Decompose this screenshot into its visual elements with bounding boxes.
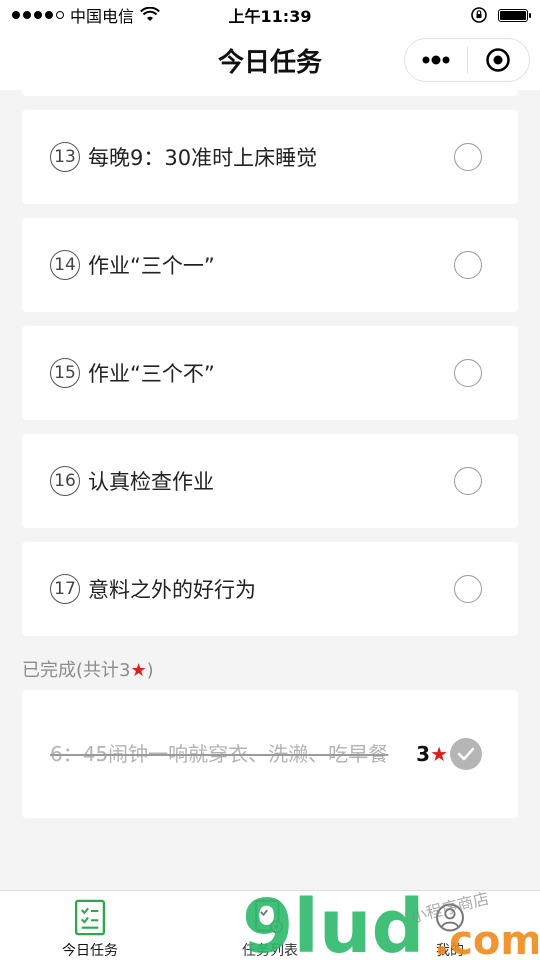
rotation-lock-icon <box>471 7 487 23</box>
task-score: 3★ <box>416 742 448 766</box>
completed-section-label: 已完成(共计3★) <box>22 656 154 682</box>
task-checkbox[interactable] <box>454 575 482 603</box>
close-button[interactable] <box>468 39 530 81</box>
task-checkbox[interactable] <box>454 143 482 171</box>
status-bar: 中国电信 上午11:39 <box>0 0 540 30</box>
profile-icon <box>436 903 464 932</box>
signal-icon <box>12 11 64 19</box>
task-number: 15 <box>50 358 80 388</box>
carrier-label: 中国电信 <box>70 7 135 26</box>
task-list-icon <box>255 899 283 934</box>
task-number: 13 <box>50 142 80 172</box>
status-left: 中国电信 <box>12 3 160 27</box>
page-title: 今日任务 <box>217 47 322 78</box>
tab-today-tasks[interactable]: 今日任务 <box>0 891 180 960</box>
completed-checkbox[interactable] <box>450 738 482 770</box>
tab-label: 任务列表 <box>242 943 298 959</box>
task-check-icon <box>74 899 106 936</box>
star-icon: ★ <box>430 742 448 766</box>
task-content: 13 每晚9：30准时上床睡觉 14 作业“三个一” 15 作业“三个不” 16… <box>0 90 540 890</box>
target-close-icon <box>486 48 510 72</box>
tab-label: 今日任务 <box>62 943 118 959</box>
task-number: 14 <box>50 250 80 280</box>
task-title: 作业“三个一” <box>88 254 215 278</box>
tab-label: 我的 <box>436 943 464 959</box>
tab-task-list[interactable]: 任务列表 <box>180 891 360 960</box>
completed-task-card[interactable]: 6：45闹钟一响就穿衣、洗濑、吃早餐 3★ <box>22 690 518 818</box>
task-title: 认真检查作业 <box>88 470 214 494</box>
task-checkbox[interactable] <box>454 359 482 387</box>
task-card[interactable]: 15 作业“三个不” <box>22 326 518 420</box>
task-number: 17 <box>50 574 80 604</box>
task-title: 每晚9：30准时上床睡觉 <box>88 146 318 170</box>
completed-task-title: 6：45闹钟一响就穿衣、洗濑、吃早餐 <box>50 742 389 766</box>
checkmark-icon <box>457 747 475 761</box>
tab-profile[interactable]: 我的 <box>360 891 540 960</box>
task-card[interactable]: 14 作业“三个一” <box>22 218 518 312</box>
more-button[interactable] <box>405 39 467 81</box>
task-title: 作业“三个不” <box>88 362 215 386</box>
star-icon: ★ <box>130 660 147 681</box>
task-card[interactable]: 16 认真检查作业 <box>22 434 518 528</box>
task-card[interactable]: 13 每晚9：30准时上床睡觉 <box>22 110 518 204</box>
completed-label-end: ) <box>146 660 154 681</box>
completed-label-text: 已完成(共计3 <box>22 660 131 681</box>
miniprogram-capsule <box>404 38 530 82</box>
task-card-partial <box>22 90 518 96</box>
status-right <box>470 6 531 24</box>
nav-header: 今日任务 <box>0 30 540 90</box>
tab-bar: 今日任务 任务列表 我的 <box>0 890 540 960</box>
task-number: 16 <box>50 466 80 496</box>
wifi-icon <box>140 7 160 21</box>
task-title: 意料之外的好行为 <box>88 578 256 602</box>
battery-icon <box>498 8 531 22</box>
task-checkbox[interactable] <box>454 467 482 495</box>
task-checkbox[interactable] <box>454 251 482 279</box>
score-value: 3 <box>416 742 431 766</box>
task-card[interactable]: 17 意料之外的好行为 <box>22 542 518 636</box>
more-dots-icon <box>422 55 450 65</box>
